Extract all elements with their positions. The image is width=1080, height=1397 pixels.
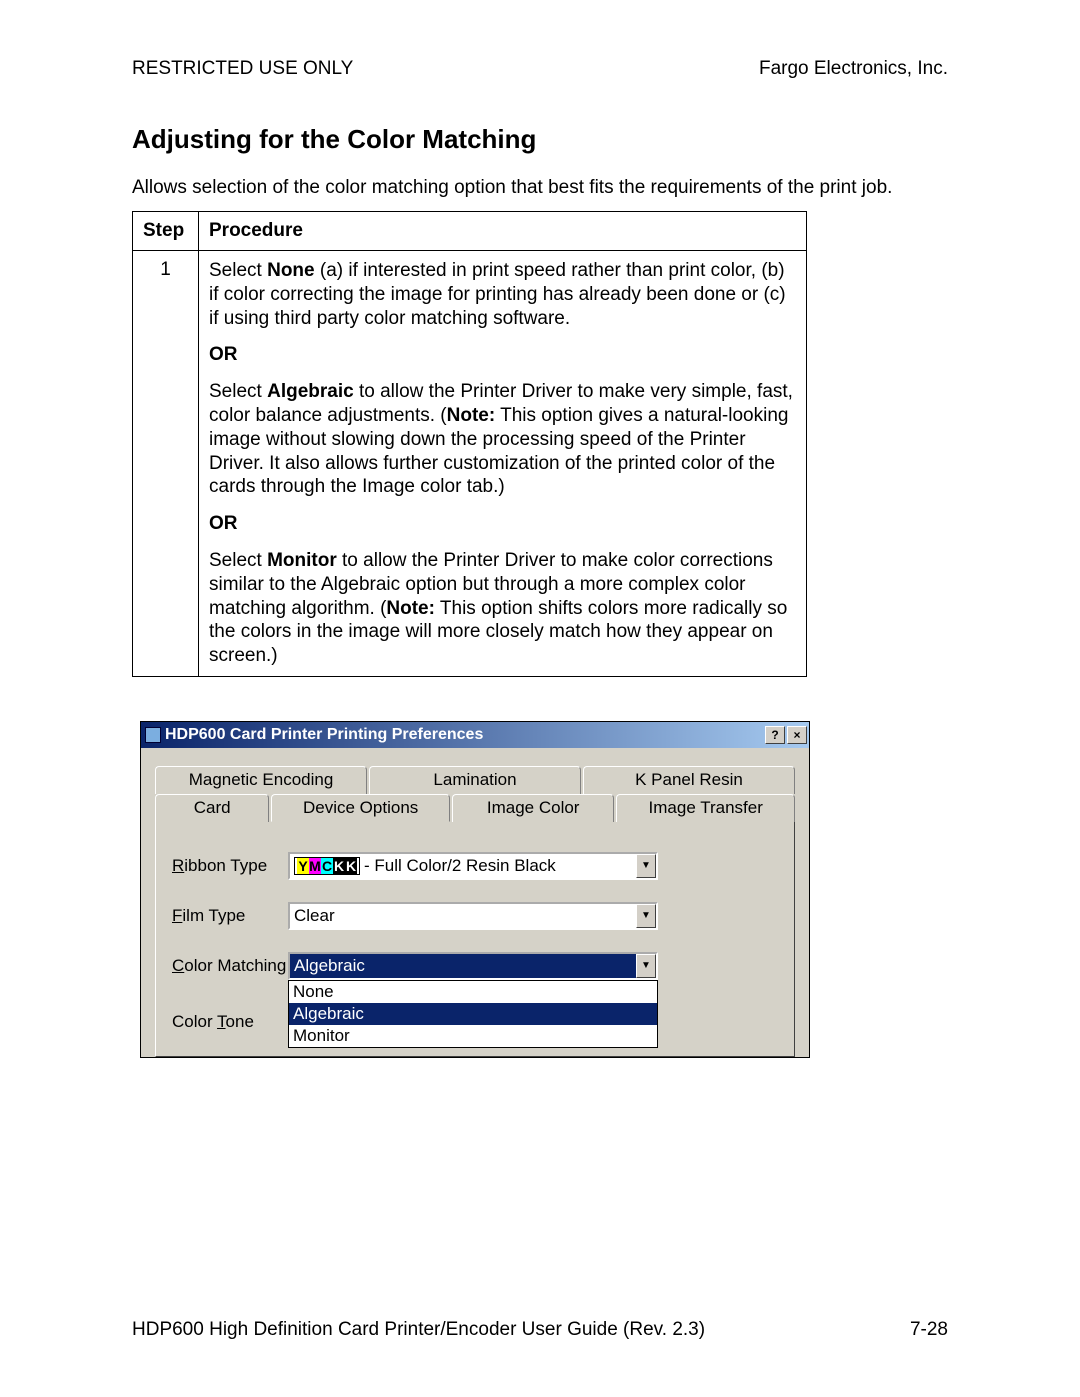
tab-card[interactable]: Card [155, 794, 269, 822]
close-button[interactable]: × [787, 726, 807, 744]
procedure-table: Step Procedure 1 Select None (a) if inte… [132, 211, 807, 677]
p2-b2: Note: [447, 405, 496, 426]
page-title: Adjusting for the Color Matching [132, 124, 948, 155]
step-number: 1 [133, 251, 199, 677]
or-2: OR [209, 513, 796, 535]
ymckk-icon: YMCKK [294, 857, 360, 875]
option-algebraic[interactable]: Algebraic [289, 1003, 657, 1025]
option-monitor[interactable]: Monitor [289, 1025, 657, 1047]
dialog-title: HDP600 Card Printer Printing Preferences [165, 726, 763, 744]
color-matching-dropdown: None Algebraic Monitor [288, 980, 658, 1048]
tab-magnetic-encoding[interactable]: Magnetic Encoding [155, 766, 367, 794]
color-matching-combo[interactable]: Algebraic ▼ None Algebraic Monitor [288, 952, 658, 980]
film-type-label: Film Type [172, 906, 288, 926]
p3-b2: Note: [386, 598, 435, 619]
p1-pre: Select [209, 260, 267, 281]
procedure-cell: Select None (a) if interested in print s… [199, 251, 807, 677]
p3-b1: Monitor [267, 550, 337, 571]
p2-pre: Select [209, 381, 267, 402]
color-matching-label: Color Matching [172, 956, 288, 976]
help-button[interactable]: ? [765, 726, 785, 744]
device-options-panel: Ribbon Type YMCKK - Full Color/2 Resin B… [155, 822, 795, 1057]
app-icon [145, 727, 161, 743]
footer-right: 7-28 [910, 1319, 948, 1341]
color-tone-label: Color Tone [172, 1012, 288, 1032]
printing-preferences-dialog: HDP600 Card Printer Printing Preferences… [140, 721, 810, 1058]
header-left: RESTRICTED USE ONLY [132, 58, 353, 80]
dropdown-arrow-icon[interactable]: ▼ [636, 904, 656, 928]
dropdown-arrow-icon[interactable]: ▼ [636, 954, 656, 978]
or-1: OR [209, 344, 796, 366]
p3-pre: Select [209, 550, 267, 571]
header-right: Fargo Electronics, Inc. [759, 58, 948, 80]
color-matching-value: Algebraic [290, 954, 636, 978]
film-type-combo[interactable]: Clear ▼ [288, 902, 658, 930]
th-step: Step [133, 212, 199, 251]
option-none[interactable]: None [289, 981, 657, 1003]
tab-device-options[interactable]: Device Options [271, 794, 450, 822]
footer-left: HDP600 High Definition Card Printer/Enco… [132, 1319, 705, 1341]
tab-k-panel-resin[interactable]: K Panel Resin [583, 766, 795, 794]
p2-b1: Algebraic [267, 381, 354, 402]
tab-image-color[interactable]: Image Color [452, 794, 615, 822]
dropdown-arrow-icon[interactable]: ▼ [636, 854, 656, 878]
tab-image-transfer[interactable]: Image Transfer [616, 794, 795, 822]
titlebar[interactable]: HDP600 Card Printer Printing Preferences… [141, 722, 809, 748]
p1-bold: None [267, 260, 315, 281]
film-type-value: Clear [290, 904, 636, 928]
ribbon-type-label: Ribbon Type [172, 856, 288, 876]
tab-lamination[interactable]: Lamination [369, 766, 581, 794]
intro-text: Allows selection of the color matching o… [132, 177, 948, 199]
ribbon-type-combo[interactable]: YMCKK - Full Color/2 Resin Black ▼ [288, 852, 658, 880]
ribbon-type-value: - Full Color/2 Resin Black [364, 856, 556, 876]
th-proc: Procedure [199, 212, 807, 251]
